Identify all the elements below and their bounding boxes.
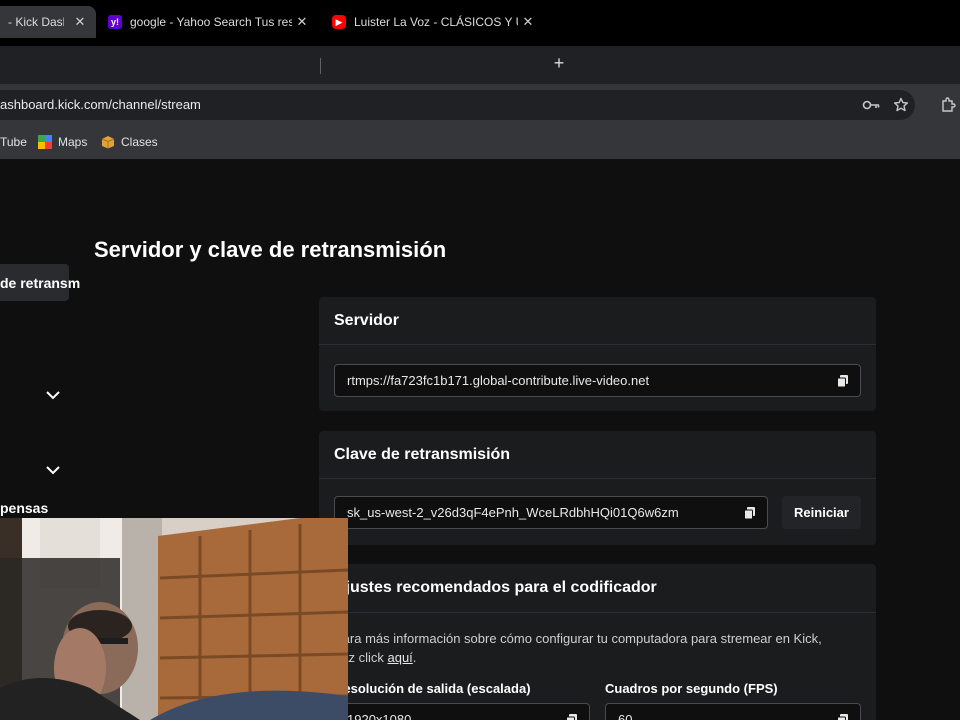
tab-youtube[interactable]: ▶ Luister La Voz - CLÁSICOS Y UN ✕ [322, 6, 544, 38]
bookmark-label: Tube [0, 135, 27, 149]
bookmark-maps[interactable]: Maps [38, 132, 87, 152]
close-tab-icon[interactable]: ✕ [294, 14, 310, 30]
webcam-feed-image [0, 518, 348, 720]
encoder-info-text: Para más información sobre cómo configur… [334, 631, 822, 646]
close-tab-icon[interactable]: ✕ [72, 14, 88, 30]
sidebar-item-label: de retransm [0, 275, 81, 291]
password-key-icon[interactable] [861, 95, 881, 115]
resolution-label: Resolución de salida (escalada) [334, 681, 531, 696]
reset-key-button[interactable]: Reiniciar [782, 496, 861, 529]
bookmark-label: Maps [58, 135, 88, 149]
tab-yahoo-search[interactable]: y! google - Yahoo Search Tus resu ✕ [96, 6, 318, 38]
stream-key-field[interactable]: sk_us-west-2_v26d3qF4ePnh_WceLRdbhHQi01Q… [334, 496, 768, 529]
new-tab-button[interactable]: + [549, 53, 569, 74]
encoder-card-title: Ajustes recomendados para el codificador [319, 564, 876, 613]
bookmark-youtube[interactable]: Tube [0, 132, 27, 152]
maps-icon [38, 135, 52, 149]
resolution-field[interactable]: 1920x1080 [334, 703, 590, 720]
tab-bar [0, 46, 960, 84]
close-tab-icon[interactable]: ✕ [520, 14, 536, 30]
fps-label: Cuadros por segundo (FPS) [605, 681, 778, 696]
encoder-info-period: . [412, 650, 417, 665]
tab-title: Luister La Voz - CLÁSICOS Y UN [354, 15, 518, 29]
tab-title: - Kick Dashb [8, 15, 64, 29]
copy-icon[interactable] [836, 713, 850, 720]
url-text[interactable]: ashboard.kick.com/channel/stream [0, 97, 201, 112]
encoder-info-link[interactable]: aquí [387, 650, 412, 665]
bookmark-label: Clases [121, 135, 158, 149]
webcam-overlay [0, 518, 348, 720]
copy-icon[interactable] [565, 713, 579, 720]
yahoo-favicon-icon: y! [108, 15, 122, 29]
server-url-field[interactable]: rtmps://fa723fc1b171.global-contribute.l… [334, 364, 861, 397]
bookmark-clases[interactable]: Clases [101, 132, 158, 152]
server-card-title: Servidor [319, 297, 876, 345]
page-title: Servidor y clave de retransmisión [94, 237, 447, 262]
copy-icon[interactable] [743, 506, 757, 520]
chevron-down-icon[interactable] [44, 461, 62, 479]
tab-kick-dashboard[interactable]: - Kick Dashb ✕ [0, 6, 96, 38]
fps-field[interactable]: 60 [605, 703, 861, 720]
folder-icon [101, 135, 115, 149]
copy-icon[interactable] [836, 374, 850, 388]
chevron-down-icon[interactable] [44, 386, 62, 404]
youtube-favicon-icon: ▶ [332, 15, 346, 29]
bookmark-star-icon[interactable] [891, 95, 911, 115]
stream-key-card-title: Clave de retransmisión [319, 431, 876, 479]
tab-title: google - Yahoo Search Tus resu [130, 15, 292, 29]
sidebar-item-label[interactable]: pensas [0, 500, 48, 516]
tab-separator [320, 58, 321, 74]
extensions-icon[interactable] [938, 95, 958, 115]
